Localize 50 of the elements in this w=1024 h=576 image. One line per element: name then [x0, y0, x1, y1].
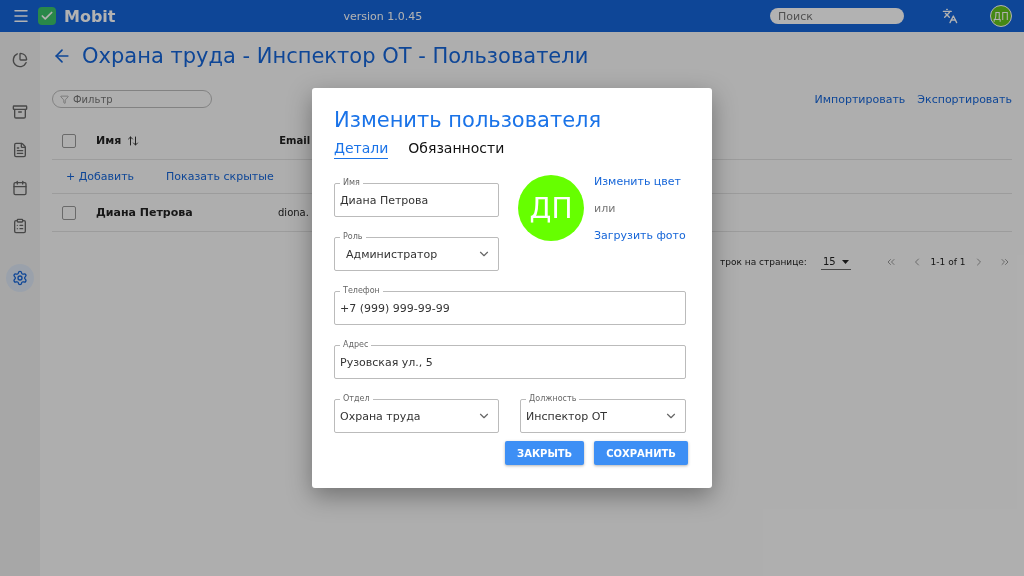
table-cell-text: Диана Петрова [96, 206, 194, 219]
clipboard-icon [12, 218, 28, 234]
show-hidden-link[interactable]: Показать скрытые [166, 170, 274, 183]
caret-icon [841, 259, 849, 264]
table-cell: diona. [278, 207, 309, 218]
field-label: Адрес [340, 339, 372, 350]
field-label: Телефон [340, 285, 383, 296]
search-field[interactable]: Поиск [770, 8, 904, 24]
app-name: Mobit [64, 6, 116, 26]
archive-icon [12, 104, 28, 120]
page-range: 1-1 of 1 [930, 257, 966, 267]
page-title: Охрана труда - Инспектор ОТ - Пользователи [82, 44, 589, 68]
tab[interactable]: Обязанности [408, 140, 505, 159]
column-header[interactable]: Email [279, 135, 311, 146]
sort-icon[interactable] [127, 134, 140, 147]
rows-per-page-select[interactable]: 15 [820, 254, 851, 270]
select-field[interactable]: Должность Инспектор ОТ [520, 393, 686, 433]
select-field[interactable]: Роль Администратор [334, 231, 499, 271]
logo-icon [38, 7, 56, 25]
action-link[interactable]: Экспортировать [917, 92, 1012, 106]
field-label: Имя [340, 177, 363, 188]
field-label: Роль [340, 231, 366, 242]
column-header[interactable]: Имя [96, 134, 122, 147]
upload-photo-link[interactable]: Загрузить фото [594, 229, 686, 242]
translate-icon[interactable] [942, 8, 958, 24]
filter-icon [60, 95, 69, 104]
select-field[interactable]: Отдел Охрана труда [334, 393, 499, 433]
field-label: Должность [526, 393, 580, 404]
input-field[interactable]: Телефон +7 (999) 999-99-99 [334, 285, 686, 325]
menu-icon[interactable] [12, 7, 30, 25]
action-link[interactable]: Импортировать [814, 92, 906, 106]
or-text: или [594, 202, 617, 215]
change-color-link[interactable]: Изменить цвет [594, 175, 686, 188]
input-field[interactable]: Адрес Рузовская ул., 5 [334, 339, 686, 379]
filter-field[interactable]: Фильтр [52, 90, 212, 108]
calendar-icon [12, 180, 28, 196]
sidebar-item[interactable] [6, 264, 34, 292]
dialog-title: Изменить пользователя [334, 108, 603, 132]
rows-per-page-label: трок на странице: [720, 257, 807, 267]
user-avatar: ДП [518, 175, 584, 241]
document-icon [12, 142, 28, 158]
version-text: version 1.0.45 [343, 9, 424, 23]
input-field[interactable]: Имя Диана Петрова [334, 177, 499, 217]
checkbox[interactable] [62, 133, 76, 148]
checkbox[interactable] [62, 205, 76, 220]
pie-chart-icon [12, 52, 28, 68]
add-link[interactable]: + Добавить [66, 170, 135, 183]
tab[interactable]: Детали [334, 140, 389, 159]
settings-icon [12, 270, 28, 286]
field-label: Отдел [340, 393, 373, 404]
